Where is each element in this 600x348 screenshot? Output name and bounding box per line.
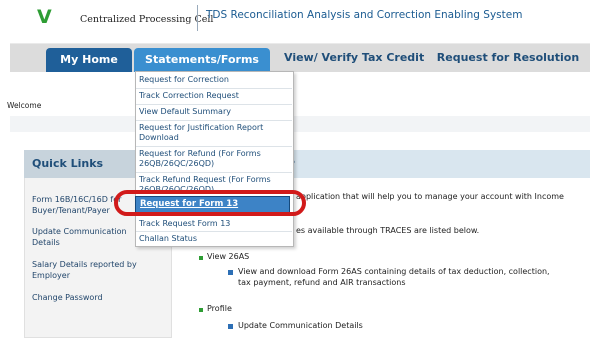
menu-divider [136, 231, 292, 232]
menu-request-for-refund-forms[interactable]: 26QB/26QC/26QD) [139, 159, 214, 169]
menu-divider [136, 104, 292, 105]
intro-text-line2: es available through TRACES are listed b… [296, 226, 480, 235]
profile-update-communication-details[interactable]: Update Communication Details [238, 321, 363, 331]
view-26as-desc-line2: tax payment, refund and AIR transactions [238, 278, 406, 287]
menu-view-default-summary[interactable]: View Default Summary [139, 107, 231, 117]
nav-view-verify-tax-credit[interactable]: View/ Verify Tax Credit [284, 44, 424, 72]
item-bullet-icon [228, 324, 233, 329]
section-view-26as[interactable]: View 26AS [207, 252, 249, 262]
menu-track-correction-request[interactable]: Track Correction Request [139, 91, 239, 101]
quick-link-salary-employer[interactable]: Employer [32, 270, 167, 281]
nav-my-home[interactable]: My Home [46, 48, 132, 72]
quick-link-salary-details[interactable]: Salary Details reported by [32, 259, 167, 270]
menu-divider [136, 88, 292, 89]
welcome-text: Welcome [7, 101, 42, 110]
menu-request-for-refund[interactable]: Request for Refund (For Forms [139, 149, 261, 159]
system-title: TDS Reconciliation Analysis and Correcti… [206, 9, 523, 21]
menu-track-refund-request[interactable]: Track Refund Request (For Forms [139, 175, 271, 185]
menu-challan-status[interactable]: Challan Status [139, 234, 197, 244]
nav-statements-forms[interactable]: Statements/Forms [134, 48, 270, 72]
menu-request-for-correction[interactable]: Request for Correction [139, 75, 229, 85]
menu-divider [136, 120, 292, 121]
red-highlight-annotation [114, 190, 306, 216]
nav-request-for-resolution[interactable]: Request for Resolution [436, 44, 580, 72]
header-divider [197, 5, 198, 31]
quick-link-change-password[interactable]: Change Password [32, 292, 167, 303]
menu-justification-download[interactable]: Download [139, 133, 179, 143]
org-name: Centralized Processing Cell [80, 14, 214, 25]
main-nav: My Home Statements/Forms View/ Verify Ta… [10, 43, 590, 72]
menu-divider [136, 146, 292, 147]
content-strip [10, 116, 590, 132]
logo-icon: V [37, 6, 52, 28]
view-26as-desc-line1: View and download Form 26AS containing d… [238, 267, 550, 276]
section-bullet-icon [199, 308, 203, 312]
intro-text-line1: application that will help you to manage… [296, 192, 564, 201]
menu-request-justification-report[interactable]: Request for Justification Report [139, 123, 263, 133]
menu-divider [136, 172, 292, 173]
item-bullet-icon [228, 270, 233, 275]
menu-track-request-form-13[interactable]: Track Request Form 13 [139, 219, 230, 229]
section-profile[interactable]: Profile [207, 304, 232, 314]
section-bullet-icon [199, 256, 203, 260]
